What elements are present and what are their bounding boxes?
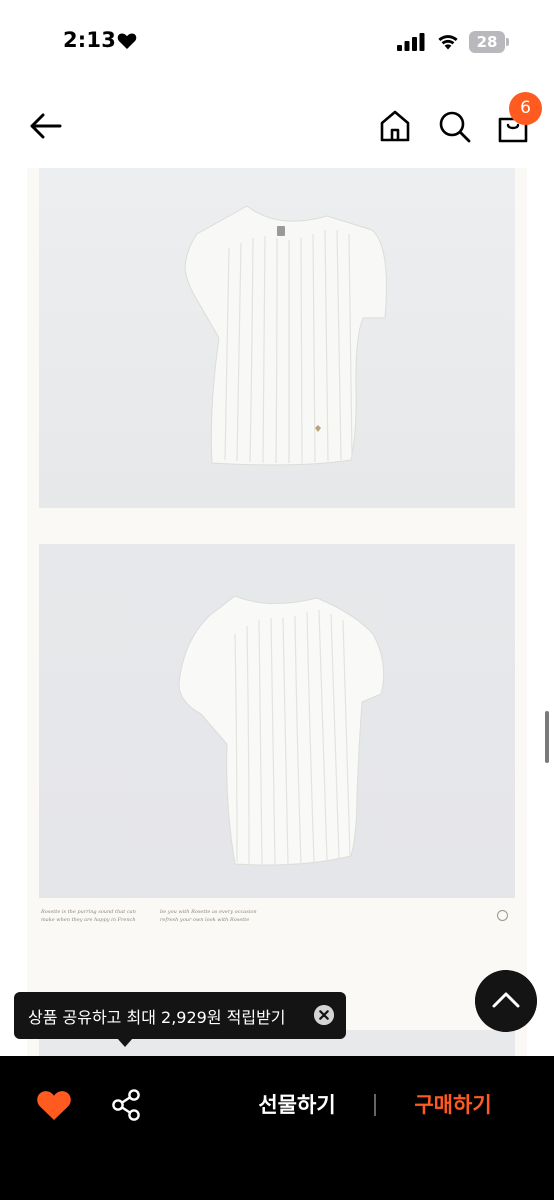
scrollbar-thumb[interactable] <box>545 711 549 763</box>
status-time: 2:13 <box>63 28 117 52</box>
white-ribbed-tshirt-image <box>184 205 387 466</box>
battery-level: 28 <box>476 33 498 51</box>
share-reward-text: 상품 공유하고 최대 2,929원 적립받기 <box>28 1008 286 1027</box>
close-icon[interactable] <box>314 1005 334 1025</box>
image-caption-left: Rosette is the purring sound that can ma… <box>41 909 136 923</box>
button-divider <box>374 1094 376 1116</box>
white-ribbed-tshirt-back-image <box>178 595 385 866</box>
app-header <box>0 84 554 168</box>
heart-like-icon[interactable] <box>36 1089 72 1121</box>
home-icon[interactable] <box>378 108 412 144</box>
status-bar: 2:13 28 <box>0 0 554 84</box>
search-icon[interactable] <box>436 108 472 144</box>
tooltip-arrow <box>117 1038 133 1047</box>
product-photo-back <box>39 544 515 898</box>
buy-button[interactable]: 구매하기 <box>394 1088 512 1122</box>
image-caption-right: be you with Rosette as every occasion re… <box>160 909 257 923</box>
cart-count-badge: 6 <box>509 92 542 125</box>
product-photo-front <box>39 168 515 508</box>
product-detail-content: Rosette is the purring sound that can ma… <box>27 168 527 1056</box>
share-icon[interactable] <box>110 1088 142 1122</box>
share-reward-tooltip: 상품 공유하고 최대 2,929원 적립받기 <box>14 992 346 1039</box>
back-arrow-icon[interactable] <box>26 108 66 144</box>
gift-button[interactable]: 선물하기 <box>238 1088 356 1122</box>
bottom-action-bar: 선물하기 구매하기 <box>0 1056 554 1200</box>
heart-icon <box>117 33 137 49</box>
battery-icon: 28 <box>469 31 509 53</box>
scroll-to-top-button[interactable] <box>475 970 537 1032</box>
battery-cap <box>506 38 509 46</box>
wifi-icon <box>438 35 458 50</box>
cellular-signal-icon <box>397 33 425 51</box>
brand-logo-icon <box>497 910 508 921</box>
